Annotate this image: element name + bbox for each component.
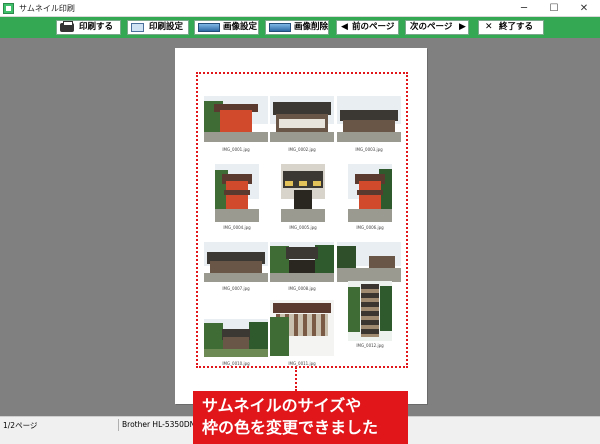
preview-area[interactable]: IMG_0001.jpg IMG_0002.jpg IMG_0003.jpg I… [0, 38, 600, 416]
thumbnail-caption: IMG_0007.jpg [222, 286, 250, 291]
thumbnail-caption: IMG_0011.jpg [288, 361, 316, 366]
image-settings-label: 画像設定 [223, 22, 258, 32]
image-icon [198, 23, 220, 32]
app-icon [3, 3, 14, 14]
image-delete-icon [269, 23, 291, 32]
print-button[interactable]: 印刷する [56, 20, 121, 35]
thumbnail-caption: IMG_0003.jpg [355, 147, 383, 152]
close-button[interactable]: ✕ [569, 0, 599, 17]
settings-icon [131, 23, 144, 32]
print-settings-label: 印刷設定 [149, 22, 184, 32]
print-preview-page: IMG_0001.jpg IMG_0002.jpg IMG_0003.jpg I… [175, 48, 427, 404]
thumbnail-image [270, 300, 334, 356]
arrow-right-icon: ▶ [459, 22, 466, 32]
minimize-button[interactable]: ─ [509, 0, 539, 17]
annotation-callout: サムネイルのサイズや 枠の色を変更できました [193, 391, 408, 444]
thumbnail-image [270, 242, 334, 282]
thumbnail-caption: IMG_0010.jpg [222, 361, 250, 366]
thumbnail-caption: IMG_0001.jpg [222, 147, 250, 152]
thumbnail-image [204, 242, 268, 282]
image-settings-button[interactable]: 画像設定 [194, 20, 259, 35]
exit-button[interactable]: ✕ 終了する [478, 20, 544, 35]
title-bar: サムネイル印刷 ─ ☐ ✕ [0, 0, 600, 17]
thumbnail-image [281, 164, 325, 222]
next-page-button[interactable]: 次のページ ▶ [405, 20, 469, 35]
thumbnail-image [348, 164, 392, 222]
thumbnail-frame: IMG_0001.jpg IMG_0002.jpg IMG_0003.jpg I… [196, 72, 408, 368]
image-delete-button[interactable]: 画像削除 [265, 20, 329, 35]
maximize-button[interactable]: ☐ [539, 0, 569, 17]
print-settings-button[interactable]: 印刷設定 [127, 20, 189, 35]
toolbar: 印刷する 印刷設定 画像設定 画像削除 ◀ 前のページ 次のページ ▶ ✕ 終了… [0, 17, 600, 38]
exit-label: 終了する [499, 22, 534, 32]
printer-name: Brother HL-5350DN s [122, 420, 202, 429]
thumbnail-image [348, 281, 392, 341]
print-button-label: 印刷する [79, 22, 114, 32]
thumbnail-caption: IMG_0012.jpg [356, 343, 384, 348]
thumbnail-image [337, 96, 401, 142]
next-page-label: 次のページ [410, 22, 453, 32]
printer-icon [60, 21, 74, 32]
thumbnail-caption: IMG_0006.jpg [356, 225, 384, 230]
thumbnail-image [204, 96, 268, 142]
close-x-icon: ✕ [485, 22, 493, 32]
thumbnail-image [204, 319, 268, 357]
status-separator [118, 419, 119, 431]
thumbnail-caption: IMG_0005.jpg [289, 225, 317, 230]
thumbnail-caption: IMG_0004.jpg [223, 225, 251, 230]
image-delete-label: 画像削除 [294, 22, 329, 32]
thumbnail-image [337, 242, 401, 282]
prev-page-label: 前のページ [352, 22, 395, 32]
thumbnail-caption: IMG_0002.jpg [288, 147, 316, 152]
thumbnail-image [215, 164, 259, 222]
thumbnail-caption: IMG_0008.jpg [288, 286, 316, 291]
arrow-left-icon: ◀ [341, 22, 348, 32]
page-indicator: 1/2ページ [3, 421, 38, 430]
callout-line-1: サムネイルのサイズや [202, 396, 362, 415]
prev-page-button[interactable]: ◀ 前のページ [336, 20, 399, 35]
thumbnail-image [270, 96, 334, 142]
window-title: サムネイル印刷 [19, 4, 75, 13]
callout-line-2: 枠の色を変更できました [202, 418, 379, 437]
callout-connector [295, 367, 297, 391]
